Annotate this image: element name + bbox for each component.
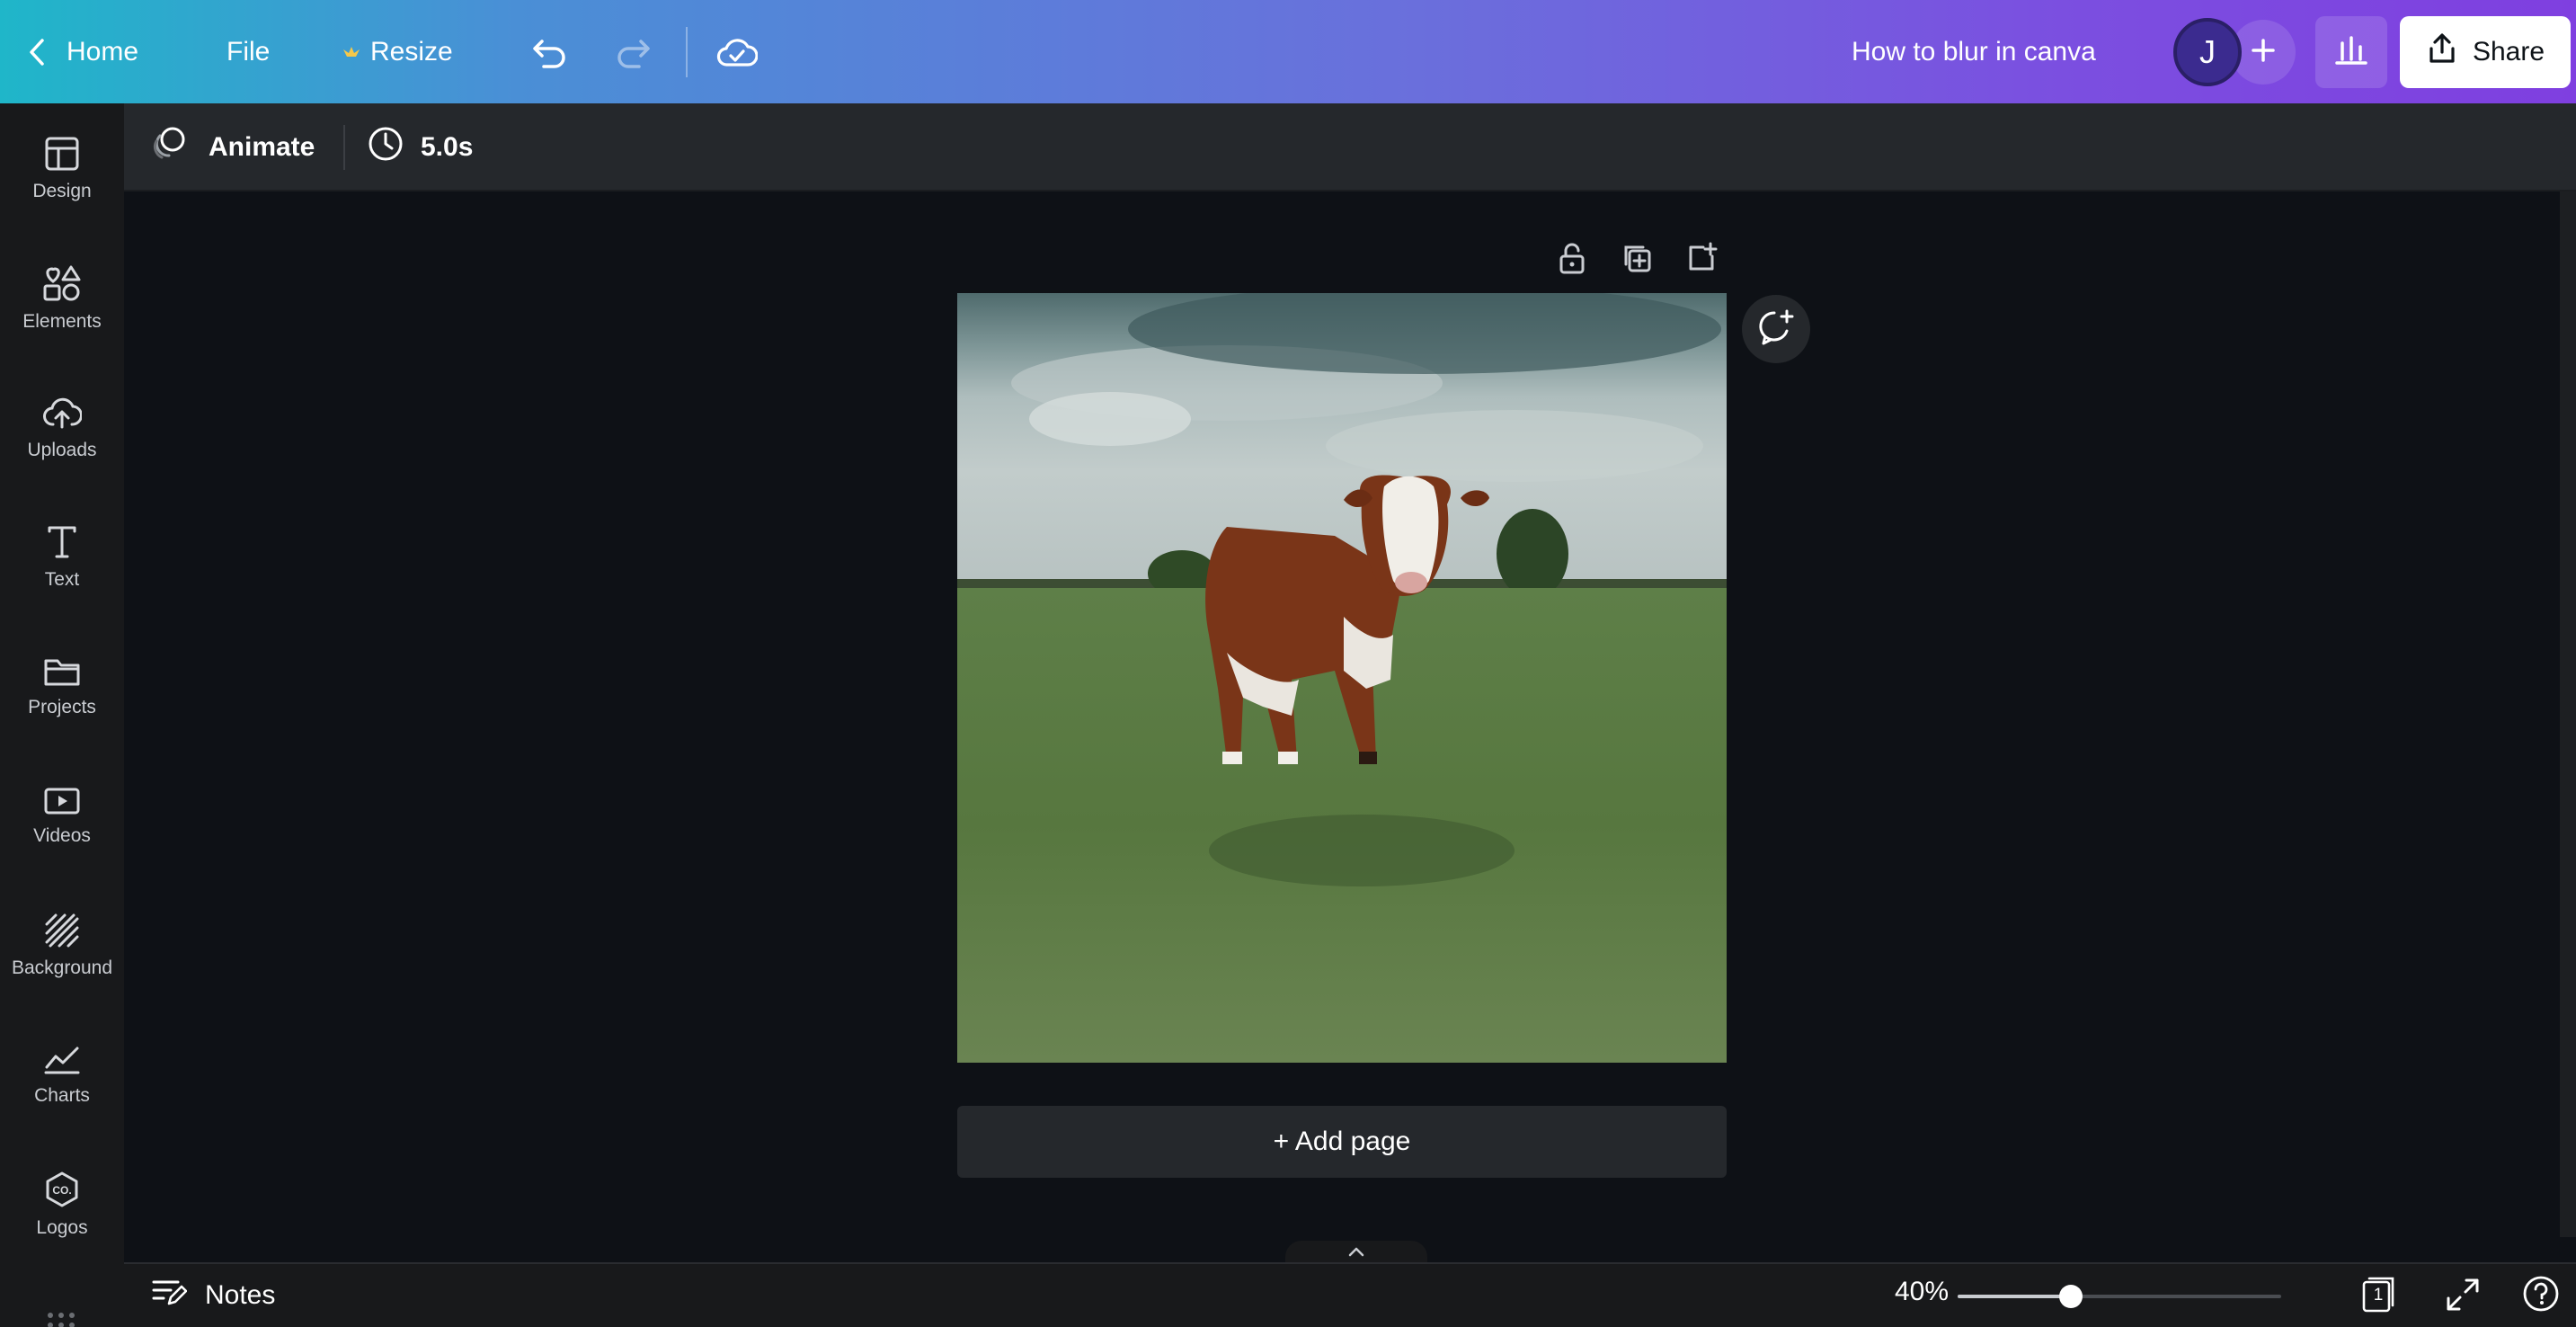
sidebar-item-background[interactable]: Background xyxy=(0,883,124,1009)
bar-chart-icon xyxy=(2334,34,2368,71)
notes-icon xyxy=(151,1277,188,1314)
sidebar-item-label: Uploads xyxy=(27,440,97,460)
comment-plus-icon xyxy=(1756,307,1796,352)
add-comment-button[interactable] xyxy=(1742,295,1810,363)
zoom-slider-fill xyxy=(1958,1295,2071,1298)
bottom-bar: Notes 40% 1 xyxy=(124,1262,2576,1327)
svg-text:CO.: CO. xyxy=(52,1184,71,1197)
redo-icon xyxy=(614,36,652,68)
zoom-slider[interactable] xyxy=(1958,1285,2281,1308)
home-button[interactable]: Home xyxy=(27,20,138,85)
zoom-slider-thumb[interactable] xyxy=(2059,1285,2083,1308)
home-label: Home xyxy=(67,37,139,67)
layout-icon xyxy=(44,136,80,172)
avatar[interactable]: J xyxy=(2173,18,2242,86)
undo-button[interactable] xyxy=(529,27,572,77)
duration-label: 5.0s xyxy=(421,132,474,162)
notes-button[interactable]: Notes xyxy=(151,1277,275,1314)
page-actions xyxy=(1550,237,1724,282)
sidebar-item-label: Logos xyxy=(36,1217,88,1238)
sidebar-item-label: Charts xyxy=(34,1085,90,1106)
zoom-level[interactable]: 40% xyxy=(1850,1277,1949,1307)
add-page-icon xyxy=(1685,242,1718,279)
shapes-icon xyxy=(42,264,82,302)
resize-button[interactable]: Resize xyxy=(342,20,453,85)
sidebar-item-label: Projects xyxy=(28,697,96,717)
design-page-calf-photo[interactable] xyxy=(957,293,1727,1063)
page-count: 1 xyxy=(2373,1286,2384,1305)
sidebar-item-design[interactable]: Design xyxy=(0,106,124,232)
cloud-check-icon xyxy=(716,36,758,68)
side-panel: Design Elements Uploads Text Projects Vi… xyxy=(0,103,124,1327)
expand-icon xyxy=(2445,1277,2481,1317)
background-pattern-icon xyxy=(44,913,80,948)
context-toolbar: Animate 5.0s xyxy=(124,103,2576,191)
toolbar-divider xyxy=(686,27,688,77)
crown-icon xyxy=(342,44,361,60)
plus-icon xyxy=(2251,38,2276,67)
sidebar-item-text[interactable]: Text xyxy=(0,494,124,620)
help-icon xyxy=(2522,1275,2560,1317)
calf-in-field-image xyxy=(957,293,1727,1063)
sidebar-item-videos[interactable]: Videos xyxy=(0,753,124,879)
chevron-left-icon xyxy=(27,37,47,67)
sidebar-item-label: Background xyxy=(11,957,113,978)
sidebar-item-elements[interactable]: Elements xyxy=(0,236,124,361)
share-button[interactable]: Share xyxy=(2400,16,2571,88)
duration-button[interactable]: 5.0s xyxy=(367,123,473,172)
file-label: File xyxy=(227,37,271,67)
vertical-scrollbar[interactable] xyxy=(2560,191,2576,1237)
animate-button[interactable]: Animate xyxy=(151,123,315,172)
top-bar: Home File Resize How to blur in canva J xyxy=(0,0,2576,103)
text-icon xyxy=(46,524,78,560)
duplicate-page-button[interactable] xyxy=(1614,237,1659,282)
redo-button[interactable] xyxy=(611,27,654,77)
share-label: Share xyxy=(2472,37,2545,67)
undo-icon xyxy=(531,36,569,68)
sidebar-item-logos[interactable]: CO. Logos xyxy=(0,1142,124,1268)
fullscreen-button[interactable] xyxy=(2443,1277,2483,1316)
cloud-upload-icon xyxy=(42,395,82,431)
save-status-button[interactable] xyxy=(715,27,759,77)
more-apps-icon[interactable] xyxy=(45,1310,77,1327)
sidebar-item-label: Design xyxy=(32,181,92,201)
notes-label: Notes xyxy=(205,1280,276,1310)
help-button[interactable] xyxy=(2520,1275,2562,1316)
duplicate-icon xyxy=(1621,242,1653,279)
animate-label: Animate xyxy=(209,132,315,162)
logo-badge-icon: CO. xyxy=(43,1171,81,1208)
add-page-icon-button[interactable] xyxy=(1679,237,1724,282)
sidebar-item-label: Text xyxy=(44,569,80,590)
video-icon xyxy=(43,786,81,816)
add-page-button[interactable]: + Add page xyxy=(957,1106,1727,1178)
folder-icon xyxy=(43,655,81,688)
unlock-icon xyxy=(1557,241,1587,280)
insights-button[interactable] xyxy=(2315,16,2387,88)
toolbar-separator xyxy=(343,125,345,170)
page-count-button[interactable]: 1 xyxy=(2360,1275,2396,1314)
sidebar-item-projects[interactable]: Projects xyxy=(0,624,124,750)
sidebar-item-uploads[interactable]: Uploads xyxy=(0,365,124,491)
sidebar-item-label: Elements xyxy=(22,311,102,332)
clock-icon xyxy=(367,125,404,170)
line-chart-icon xyxy=(43,1044,81,1076)
file-menu-button[interactable]: File xyxy=(227,20,270,85)
resize-label: Resize xyxy=(370,37,453,67)
sidebar-item-label: Videos xyxy=(33,825,91,846)
sidebar-item-charts[interactable]: Charts xyxy=(0,1012,124,1138)
share-icon xyxy=(2426,32,2458,72)
design-title[interactable]: How to blur in canva xyxy=(1852,20,2096,85)
animate-icon xyxy=(151,125,189,170)
lock-page-button[interactable] xyxy=(1550,237,1594,282)
chevron-up-icon xyxy=(1347,1245,1365,1262)
